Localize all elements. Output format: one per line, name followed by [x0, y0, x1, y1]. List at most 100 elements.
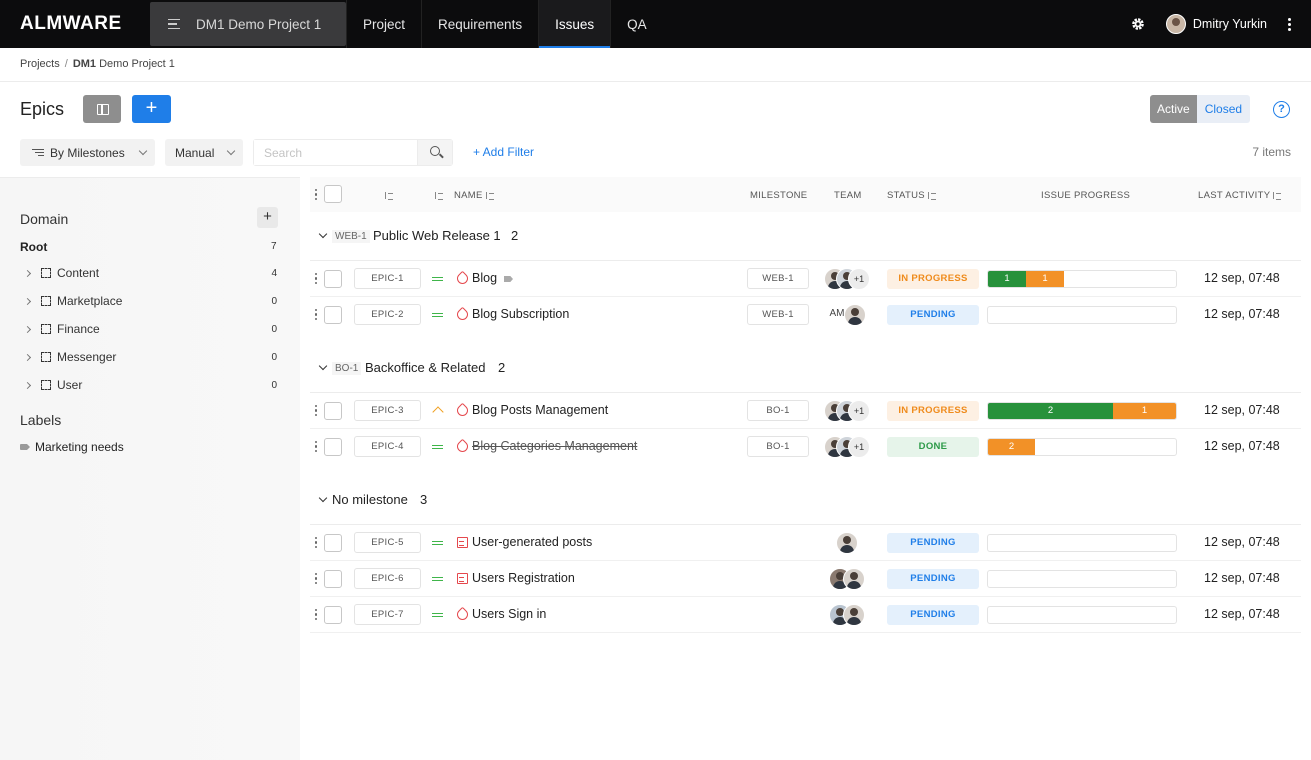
header-last-activity[interactable]: LAST ACTIVITY: [1198, 190, 1282, 201]
epic-name[interactable]: Blog Categories Management: [472, 439, 637, 453]
active-filter-button[interactable]: Active: [1150, 95, 1197, 123]
search-icon[interactable]: [417, 140, 452, 165]
breadcrumb-projects[interactable]: Projects: [20, 58, 60, 70]
milestone-badge[interactable]: BO-1: [747, 436, 809, 457]
epic-name[interactable]: Blog: [472, 271, 497, 285]
breadcrumb-project-name[interactable]: Demo Project 1: [99, 58, 175, 70]
chevron-down-icon[interactable]: [318, 361, 328, 371]
header-team[interactable]: TEAM: [834, 190, 862, 201]
row-checkbox[interactable]: [324, 402, 342, 420]
domain-item-user[interactable]: User 0: [23, 376, 280, 394]
status-badge[interactable]: IN PROGRESS: [887, 269, 979, 289]
table-row[interactable]: EPIC-4 Blog Categories Management BO-1 +…: [310, 429, 1301, 465]
status-badge[interactable]: DONE: [887, 437, 979, 457]
add-filter-link[interactable]: + Add Filter: [473, 145, 534, 159]
header-name[interactable]: NAME: [454, 190, 494, 201]
domain-root[interactable]: Root: [20, 240, 47, 254]
epic-id[interactable]: EPIC-5: [354, 532, 421, 553]
tab-project[interactable]: Project: [346, 0, 421, 48]
user-name[interactable]: Dmitry Yurkin: [1193, 17, 1267, 31]
domain-item-messenger[interactable]: Messenger 0: [23, 348, 280, 366]
milestone-group-web-1[interactable]: WEB-1 Public Web Release 1 2: [310, 221, 1301, 253]
table-row[interactable]: EPIC-2 Blog Subscription WEB-1 AM PENDIN…: [310, 297, 1301, 333]
epic-id[interactable]: EPIC-2: [354, 304, 421, 325]
row-menu-icon[interactable]: [315, 273, 318, 285]
column-menu-icon[interactable]: [315, 189, 318, 201]
row-checkbox[interactable]: [324, 534, 342, 552]
breadcrumb: Projects / DM1 Demo Project 1: [20, 58, 175, 70]
chevron-right-icon[interactable]: [23, 325, 32, 333]
row-menu-icon[interactable]: [315, 309, 318, 321]
row-menu-icon[interactable]: [315, 573, 318, 585]
milestone-group-none[interactable]: No milestone 3: [310, 485, 1301, 517]
table-row[interactable]: EPIC-1 Blog WEB-1 +1 IN PROGRESS 1 1 12 …: [310, 261, 1301, 297]
sort-priority-icon[interactable]: [432, 190, 443, 201]
header-status[interactable]: STATUS: [887, 190, 936, 201]
milestone-group-bo-1[interactable]: BO-1 Backoffice & Related 2: [310, 353, 1301, 385]
epic-id[interactable]: EPIC-1: [354, 268, 421, 289]
epic-id[interactable]: EPIC-4: [354, 436, 421, 457]
search-input[interactable]: [254, 140, 417, 165]
select-all-checkbox[interactable]: [324, 185, 342, 203]
gear-icon[interactable]: [1130, 16, 1146, 32]
chevron-right-icon[interactable]: [23, 381, 32, 389]
status-badge[interactable]: PENDING: [887, 569, 979, 589]
user-avatar[interactable]: [1165, 14, 1186, 34]
header-issue-progress[interactable]: ISSUE PROGRESS: [1041, 190, 1130, 201]
status-badge[interactable]: PENDING: [887, 605, 979, 625]
row-menu-icon[interactable]: [315, 609, 318, 621]
chevron-right-icon[interactable]: [23, 269, 32, 277]
chevron-right-icon[interactable]: [23, 353, 32, 361]
epic-id[interactable]: EPIC-6: [354, 568, 421, 589]
breadcrumb-project-code[interactable]: DM1: [73, 58, 96, 70]
status-badge[interactable]: PENDING: [887, 533, 979, 553]
label-marketing-needs[interactable]: Marketing needs: [20, 440, 124, 454]
table-row[interactable]: EPIC-5 User-generated posts PENDING 12 s…: [310, 525, 1301, 561]
row-checkbox[interactable]: [324, 306, 342, 324]
row-checkbox[interactable]: [324, 270, 342, 288]
epic-name[interactable]: Blog Subscription: [472, 307, 569, 321]
epic-name[interactable]: Users Sign in: [472, 607, 546, 621]
app-logo[interactable]: ALMWARE: [0, 13, 150, 35]
milestone-badge[interactable]: WEB-1: [747, 304, 809, 325]
add-domain-button[interactable]: +: [257, 207, 278, 228]
add-epic-button[interactable]: +: [132, 95, 171, 123]
toggle-sidebar-button[interactable]: [83, 95, 121, 123]
epic-id[interactable]: EPIC-3: [354, 400, 421, 421]
header-milestone[interactable]: MILESTONE: [750, 190, 807, 201]
tab-requirements[interactable]: Requirements: [421, 0, 538, 48]
epic-name[interactable]: User-generated posts: [472, 535, 592, 549]
chevron-down-icon[interactable]: [318, 493, 328, 503]
row-menu-icon[interactable]: [315, 405, 318, 417]
chevron-down-icon[interactable]: [318, 229, 328, 239]
more-menu-icon[interactable]: [1281, 17, 1297, 31]
domain-item-marketplace[interactable]: Marketplace 0: [23, 292, 280, 310]
row-checkbox[interactable]: [324, 606, 342, 624]
row-menu-icon[interactable]: [315, 537, 318, 549]
sort-dropdown[interactable]: Manual: [165, 139, 243, 166]
milestone-badge[interactable]: WEB-1: [747, 268, 809, 289]
closed-filter-button[interactable]: Closed: [1196, 95, 1251, 123]
epic-id[interactable]: EPIC-7: [354, 604, 421, 625]
help-icon[interactable]: ?: [1273, 101, 1290, 118]
sort-id-icon[interactable]: [382, 190, 393, 201]
status-badge[interactable]: PENDING: [887, 305, 979, 325]
table-row[interactable]: EPIC-6 Users Registration PENDING 12 sep…: [310, 561, 1301, 597]
table-row[interactable]: EPIC-7 Users Sign in PENDING 12 sep, 07:…: [310, 597, 1301, 633]
row-checkbox[interactable]: [324, 570, 342, 588]
row-menu-icon[interactable]: [315, 441, 318, 453]
tab-qa[interactable]: QA: [610, 0, 663, 48]
epic-name[interactable]: Users Registration: [472, 571, 575, 585]
row-checkbox[interactable]: [324, 438, 342, 456]
epic-name[interactable]: Blog Posts Management: [472, 403, 608, 417]
status-badge[interactable]: IN PROGRESS: [887, 401, 979, 421]
chevron-right-icon[interactable]: [23, 297, 32, 305]
milestone-badge[interactable]: BO-1: [747, 400, 809, 421]
domain-item-content[interactable]: Content 4: [23, 264, 280, 282]
project-switcher[interactable]: DM1 Demo Project 1: [150, 2, 346, 46]
tab-issues[interactable]: Issues: [538, 0, 611, 48]
group-by-dropdown[interactable]: By Milestones: [20, 139, 155, 166]
top-bar: ALMWARE DM1 Demo Project 1 Project Requi…: [0, 0, 1311, 48]
table-row[interactable]: EPIC-3 Blog Posts Management BO-1 +1 IN …: [310, 393, 1301, 429]
domain-item-finance[interactable]: Finance 0: [23, 320, 280, 338]
